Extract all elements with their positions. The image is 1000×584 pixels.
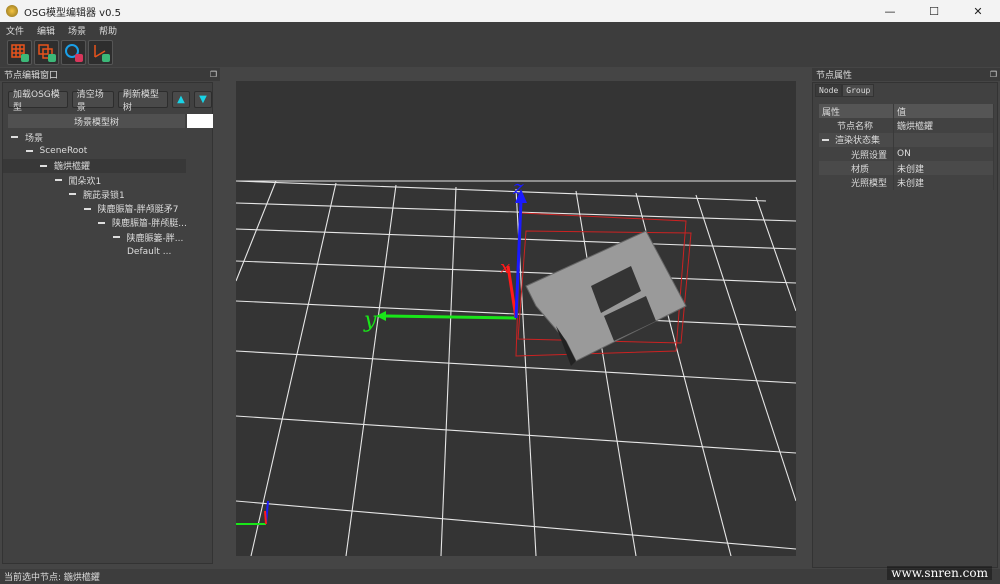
cube-button[interactable] [34,40,59,65]
scene-render: y x z [236,175,796,556]
tree-node[interactable]: 鍦烘櫙鑺 [3,158,186,173]
menu-help[interactable]: 帮助 [99,24,117,37]
status-bar: 当前选中节点: 鍦烘櫙鑺 [0,569,1000,584]
tree-node-label: 陕鹿脤篃-胖颅脡... [112,219,187,230]
property-name-text: 材质 [851,164,870,175]
tree-node[interactable]: Default ... [3,244,214,258]
float-icon[interactable]: ❐ [210,70,217,79]
menu-scene[interactable]: 场景 [68,24,86,37]
menu-bar: 文件 编辑 场景 帮助 [0,22,1000,38]
tab-group[interactable]: Group [842,84,875,97]
tree-node[interactable]: 陕鹿脤篃-胖颅脡矛7 [3,201,214,215]
axis-x-label: x [500,257,510,278]
collapse-icon[interactable] [40,164,47,167]
model-bracket [525,230,687,366]
toolbar [0,38,1000,67]
property-row[interactable]: 光照模型 未创建 [819,175,994,190]
tree-node-label: SceneRoot [39,146,88,157]
axis-gizmo: y x z [363,175,527,333]
grid-button[interactable] [7,40,32,65]
close-button[interactable]: ✕ [956,0,1000,22]
collapse-icon[interactable] [11,136,18,139]
menu-edit[interactable]: 编辑 [37,24,55,37]
tree-node-label: 闖朵欢1 [68,176,102,187]
tree-header[interactable]: 场景模型树 [8,114,185,128]
tree-node-label: Default ... [127,246,172,257]
menu-file[interactable]: 文件 [6,24,24,37]
collapse-icon[interactable] [69,193,76,196]
collapse-icon[interactable] [822,138,829,141]
collapse-icon[interactable] [112,236,120,239]
tree-node-label: 腕茈录锁1 [83,190,125,201]
move-down-button[interactable]: ▼ [193,91,212,108]
tree-node-label: 场景 [25,133,44,144]
node-edit-dock-title: 节点编辑窗口 ❐ [0,68,220,81]
move-up-button[interactable]: ▲ [171,91,190,108]
property-name-text: 光照模型 [851,179,888,190]
property-row[interactable]: 材质 未创建 [819,161,994,176]
app-icon [6,5,18,17]
property-name: 光照模型 [819,175,894,190]
property-value[interactable] [894,132,994,147]
table-header: 属性 值 [819,104,994,119]
property-table: 属性 值 节点名称 鍦烘櫙鑺 渲染状态集 光照设置 ON 材质 未创建 光照模型 未创建 [819,104,994,190]
maximize-button[interactable]: ☐ [912,0,956,22]
property-row[interactable]: 光照设置 ON [819,146,994,162]
tree-node[interactable]: 陕鹿脤篃-胖颅脡... [3,216,214,230]
minimize-button[interactable]: — [868,0,912,22]
property-name-text: 节点名称 [837,121,874,132]
property-value[interactable]: 未创建 [894,161,994,176]
tree-node[interactable]: SceneRoot [3,144,214,158]
axis-y-label: y [363,308,377,333]
tree-node[interactable]: 闖朵欢1 [3,173,214,187]
properties-dock-title: 节点属性 ❐ [812,68,1000,81]
refresh-tree-button[interactable]: 刷新模型树 [117,90,168,113]
collapse-icon[interactable] [54,179,62,182]
properties-panel: Node Group 属性 值 节点名称 鍦烘櫙鑺 渲染状态集 光照设置 ON 材质 未创建… [812,82,998,568]
tree-node-label: 鍦烘櫙鑺 [54,162,91,173]
tab-node[interactable]: Node [815,84,843,97]
dock-title-text: 节点属性 [816,71,853,81]
property-name: 节点名称 [819,118,894,133]
status-text: 当前选中节点: 鍦烘櫙鑺 [4,573,100,583]
tree-node[interactable]: 场景 [3,130,214,144]
float-icon[interactable]: ❐ [990,70,997,79]
header-value: 值 [894,104,994,119]
scene-tree: 场景 SceneRoot 鍦烘櫙鑺闖朵欢1 腕茈录锁1 陕鹿脤篃-胖颅脡矛7 陕鹿脤篃-胖… [3,130,214,259]
tree-node[interactable]: 腕茈录锁1 [3,187,214,201]
property-row[interactable]: 渲染状态集 [819,132,994,147]
axis-button[interactable] [88,40,113,65]
tree-node-label: 陕鹿脤篃-胖颅脡矛7 [97,205,179,216]
axis-z-label: z [512,175,524,199]
collapse-icon[interactable] [83,207,91,210]
property-value[interactable]: 未创建 [894,175,994,190]
dock-title-text: 节点编辑窗口 [4,71,59,81]
header-property: 属性 [819,104,894,119]
property-value[interactable]: ON [894,146,994,162]
property-name: 光照设置 [819,146,894,162]
property-value[interactable]: 鍦烘櫙鑺 [894,118,994,133]
window-title: OSG模型编辑器 v0.5 [24,7,121,19]
property-name: 材质 [819,161,894,176]
tree-node-label: 陕鹿脤篓-胖... [126,233,184,244]
property-row[interactable]: 节点名称 鍦烘櫙鑺 [819,118,994,133]
property-name-text: 渲染状态集 [835,136,881,147]
property-name-text: 光照设置 [851,150,888,161]
watermark: www.snren.com [887,566,992,580]
circle-button[interactable] [61,40,86,65]
tree-header-extra [187,114,213,128]
collapse-icon[interactable] [98,221,105,224]
3d-viewport[interactable]: y x z [236,81,796,556]
tree-node[interactable]: 陕鹿脤篓-胖... [3,230,214,244]
ground-grid [236,180,796,556]
property-name: 渲染状态集 [819,132,894,147]
collapse-icon[interactable] [25,150,33,153]
title-bar: OSG模型编辑器 v0.5 — ☐ ✕ [0,0,1000,22]
load-osg-button[interactable]: 加载OSG模型 [8,90,68,113]
node-edit-panel: 加载OSG模型 清空场景 刷新模型树 ▲ ▼ 场景模型树 场景 SceneRoot… [2,82,213,564]
clear-scene-button[interactable]: 清空场景 [71,90,114,113]
